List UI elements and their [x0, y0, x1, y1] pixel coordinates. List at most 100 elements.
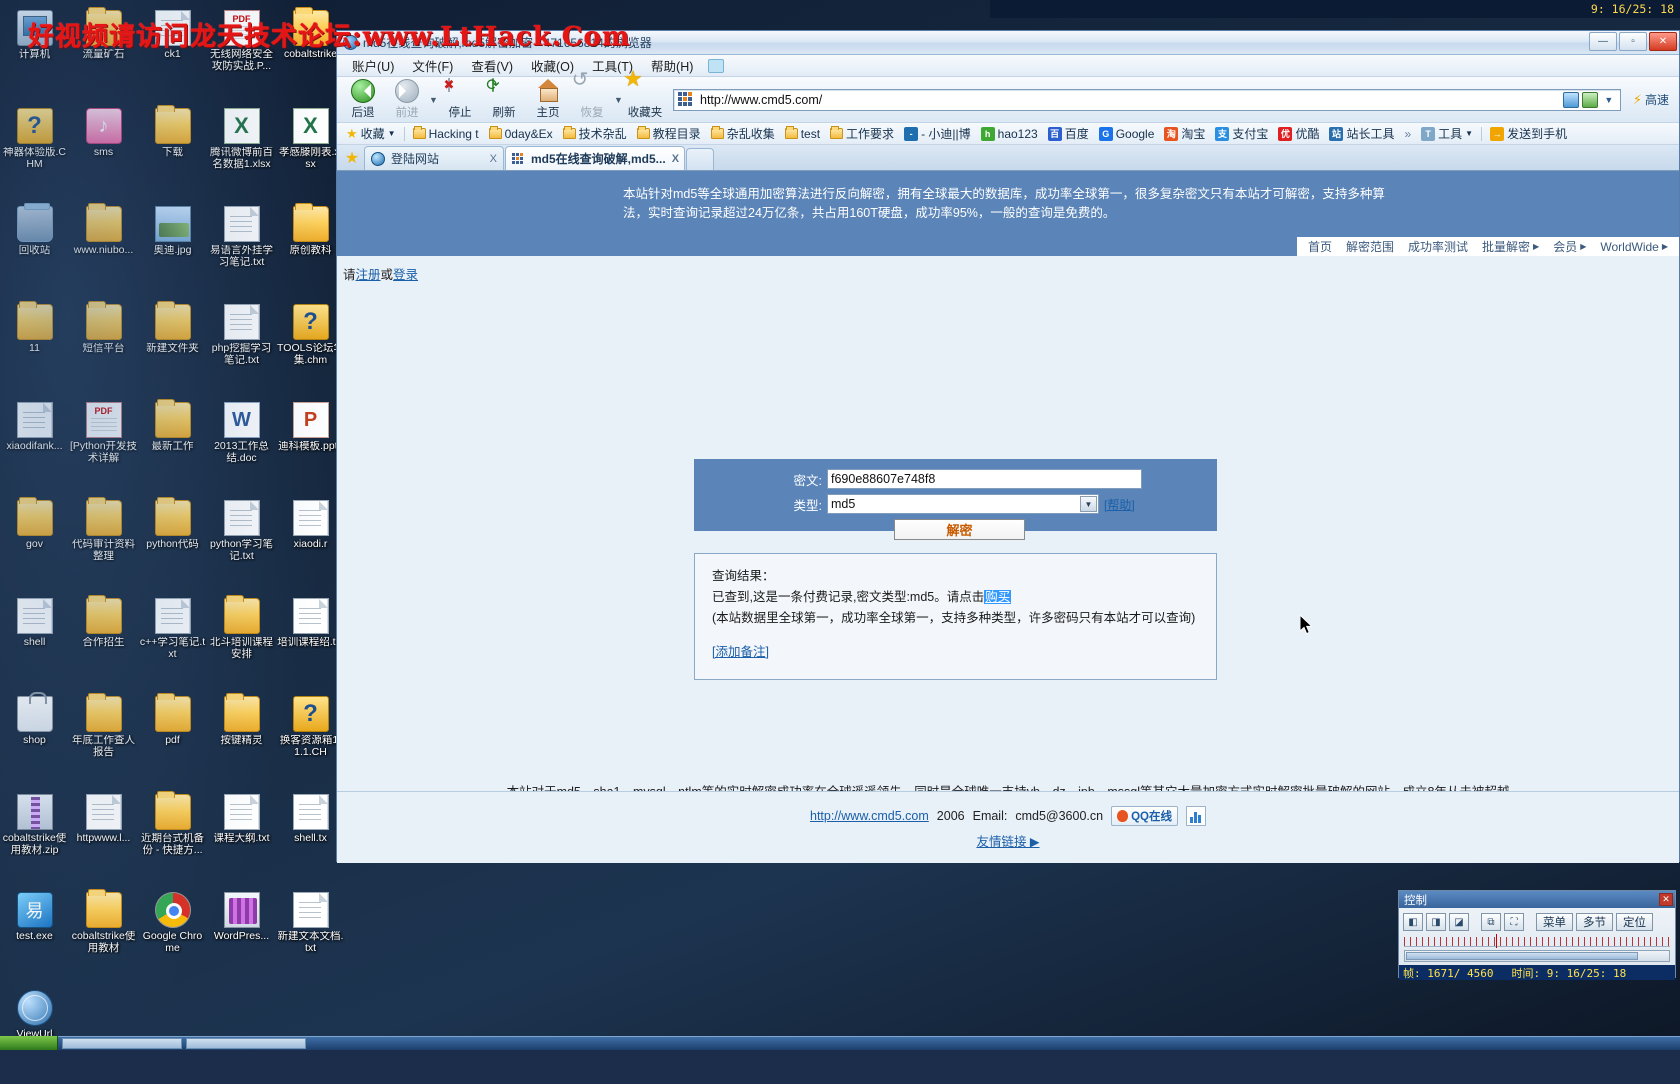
toolbar-forward-button[interactable]: 前进: [385, 78, 429, 122]
tab-close-icon[interactable]: X: [672, 153, 679, 165]
go-icon[interactable]: [1581, 91, 1598, 108]
send-to-phone-button[interactable]: → 发送到手机: [1485, 124, 1572, 143]
desktop-icon[interactable]: 下载: [138, 104, 207, 202]
play-pause-button[interactable]: ◨: [1426, 913, 1446, 931]
fast-mode-button[interactable]: ⚡ 高速: [1627, 91, 1675, 108]
add-note-link[interactable]: [添加备注]: [712, 642, 769, 663]
toolbar-refresh-button[interactable]: 刷新: [482, 78, 526, 122]
chevron-down-icon[interactable]: ▼: [388, 129, 396, 138]
undo-dropdown-caret-icon[interactable]: ▼: [614, 78, 623, 122]
desktop-icon[interactable]: httpwww.l...: [69, 790, 138, 888]
desktop-icon[interactable]: 北斗培训课程安排: [207, 594, 276, 692]
control-panel-close-button[interactable]: ✕: [1659, 893, 1673, 906]
locate-button[interactable]: 定位: [1616, 913, 1653, 931]
start-button[interactable]: [0, 1036, 58, 1050]
address-dropdown-caret-icon[interactable]: ▼: [1601, 92, 1617, 108]
favorites-folder[interactable]: 技术杂乱: [558, 124, 632, 143]
desktop-icon[interactable]: php挖掘学习笔记.txt: [207, 300, 276, 398]
site-nav-item-1[interactable]: 解密范围: [1339, 238, 1401, 255]
desktop-icon[interactable]: 新建文本文档.txt: [276, 888, 345, 986]
toolbar-stop-button[interactable]: 停止: [438, 78, 482, 122]
chevron-down-icon[interactable]: ▼: [1080, 496, 1097, 512]
desktop-icon[interactable]: 按键精灵: [207, 692, 276, 790]
site-nav-item-4[interactable]: 会员 ▶: [1546, 238, 1593, 255]
chapter-marker-track[interactable]: [1404, 934, 1670, 948]
desktop-icon[interactable]: 奥迪.jpg: [138, 202, 207, 300]
site-nav-item-3[interactable]: 批量解密 ▶: [1475, 238, 1546, 255]
favorites-folder[interactable]: test: [780, 126, 825, 142]
favorites-star-icon[interactable]: ★: [341, 146, 363, 170]
translate-icon[interactable]: [1562, 91, 1579, 108]
favorites-folder[interactable]: Hacking t: [408, 126, 484, 142]
desktop-icon[interactable]: python代码: [138, 496, 207, 594]
desktop-icon[interactable]: shell.tx: [276, 790, 345, 888]
desktop-icon[interactable]: WordPres...: [207, 888, 276, 986]
favorites-site[interactable]: 支支付宝: [1210, 124, 1273, 143]
desktop-icon[interactable]: 易语言外挂学习笔记.txt: [207, 202, 276, 300]
toolbar-favorites-button[interactable]: 收藏夹: [623, 78, 667, 122]
taskbar-item[interactable]: [62, 1038, 182, 1049]
desktop-icon[interactable]: [Python开发技术详解: [69, 398, 138, 496]
new-tab-button[interactable]: [686, 148, 714, 170]
friend-links[interactable]: 友情链接 ▶: [976, 835, 1039, 849]
desktop-icon[interactable]: Google Chrome: [138, 888, 207, 986]
favorites-site[interactable]: 百百度: [1043, 124, 1094, 143]
timeline-scrollbar[interactable]: [1404, 950, 1670, 962]
desktop-icon[interactable]: cobaltstrike使用教材: [69, 888, 138, 986]
menu-button[interactable]: 菜单: [1536, 913, 1573, 931]
address-input[interactable]: [698, 90, 1563, 109]
desktop-icon[interactable]: 孝感滕刚表.xlsx: [276, 104, 345, 202]
help-link[interactable]: [帮助]: [1104, 496, 1135, 513]
favorites-folder[interactable]: 工作要求: [825, 124, 899, 143]
desktop-icon[interactable]: 最新工作: [138, 398, 207, 496]
type-select[interactable]: md5 ▼: [827, 494, 1099, 514]
desktop-icon[interactable]: 合作招生: [69, 594, 138, 692]
desktop-icon[interactable]: 原创教科: [276, 202, 345, 300]
signin-link[interactable]: 登录: [393, 268, 418, 282]
favorites-overflow-button[interactable]: »: [1399, 126, 1416, 142]
address-bar[interactable]: ▼: [673, 88, 1621, 111]
favorites-folder[interactable]: 教程目录: [632, 124, 706, 143]
toolbar-undo-button[interactable]: 恢复: [570, 78, 614, 122]
tab-login-site[interactable]: 登陆网站 X: [364, 146, 504, 170]
desktop-icon[interactable]: cobaltstrike使用教材.zip: [0, 790, 69, 888]
desktop-icon[interactable]: 回收站: [0, 202, 69, 300]
menu-item-0[interactable]: 账户(U): [343, 54, 403, 77]
menu-item-5[interactable]: 帮助(H): [642, 54, 702, 77]
history-dropdown-caret-icon[interactable]: ▼: [429, 78, 438, 122]
maximize-button[interactable]: ▫: [1619, 32, 1647, 51]
desktop-icon[interactable]: 新建文件夹: [138, 300, 207, 398]
next-frame-button[interactable]: ◪: [1449, 913, 1469, 931]
desktop-icon[interactable]: xiaodifank...: [0, 398, 69, 496]
desktop-icon[interactable]: 11: [0, 300, 69, 398]
qq-online-badge[interactable]: QQ在线: [1111, 805, 1178, 826]
desktop-icon[interactable]: ViewUrl: [0, 986, 69, 1084]
decrypt-button[interactable]: 解密: [894, 519, 1025, 540]
favorites-folder[interactable]: 杂乱收集: [706, 124, 780, 143]
favorites-site[interactable]: 站站长工具: [1324, 124, 1399, 143]
desktop-icon[interactable]: 换客资源箱1.1.1.CH: [276, 692, 345, 790]
toolbar-home-button[interactable]: 主页: [526, 78, 570, 122]
tab-md5-site[interactable]: md5在线查询破解,md5... X: [505, 146, 685, 170]
desktop-icon[interactable]: 神器体验版.CHM: [0, 104, 69, 202]
stat-counter-icon[interactable]: [1185, 805, 1206, 826]
favorites-site[interactable]: -- 小迪||博: [899, 124, 976, 143]
desktop-icon[interactable]: pdf: [138, 692, 207, 790]
tshirt-icon[interactable]: [708, 58, 725, 73]
desktop-icon[interactable]: xiaodi.r: [276, 496, 345, 594]
toolbar-back-button[interactable]: 后退: [341, 78, 385, 122]
desktop-icon[interactable]: python学习笔记.txt: [207, 496, 276, 594]
desktop-icon[interactable]: 课程大纲.txt: [207, 790, 276, 888]
menu-item-1[interactable]: 文件(F): [403, 54, 462, 77]
favorites-site[interactable]: 优优酷: [1273, 124, 1324, 143]
menu-item-2[interactable]: 查看(V): [462, 54, 522, 77]
fullscreen-button[interactable]: ⛶: [1504, 913, 1524, 931]
desktop-icon[interactable]: gov: [0, 496, 69, 594]
desktop-icon[interactable]: 2013工作总结.doc: [207, 398, 276, 496]
favorites-site[interactable]: 淘淘宝: [1159, 124, 1210, 143]
desktop-icon[interactable]: www.niubo...: [69, 202, 138, 300]
desktop-icon[interactable]: shop: [0, 692, 69, 790]
close-button[interactable]: ✕: [1649, 32, 1677, 51]
cipher-input[interactable]: [827, 469, 1142, 489]
desktop-icon[interactable]: 迪科模板.pptx: [276, 398, 345, 496]
